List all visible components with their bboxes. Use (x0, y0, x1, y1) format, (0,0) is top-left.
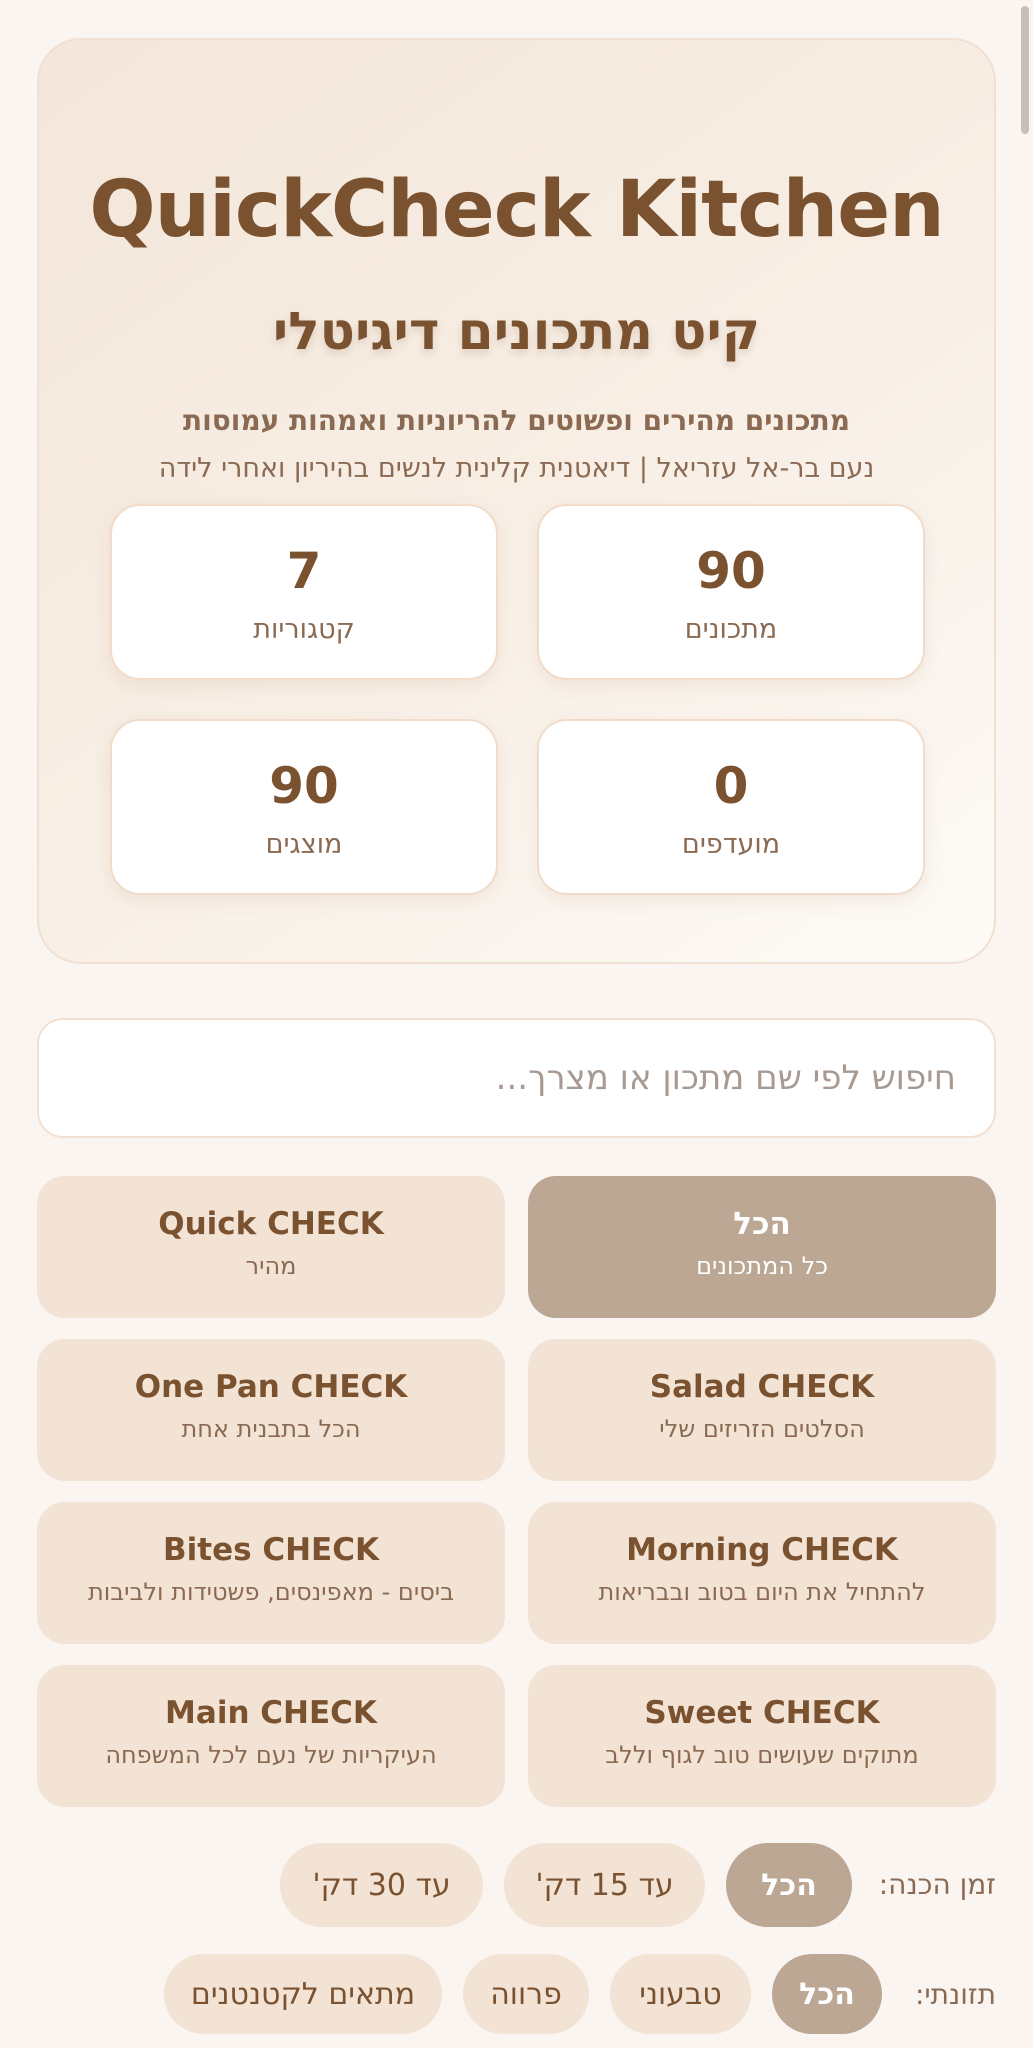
category-bites-button[interactable]: Bites CHECK ביסים - מאפינסים, פשטידות ול… (37, 1502, 505, 1644)
category-main-button[interactable]: Main CHECK העיקריות של נעם לכל המשפחה (37, 1665, 505, 1807)
nutrition-filter-label: תזונתי: (914, 1978, 996, 2011)
category-desc: להתחיל את היום בטוב ובבריאות (598, 1578, 926, 1606)
category-name: Quick CHECK (158, 1206, 384, 1242)
category-sweet-button[interactable]: Sweet CHECK מתוקים שעושים טוב לגוף וללב (528, 1665, 996, 1807)
search-box (37, 1018, 996, 1138)
stat-value: 7 (286, 542, 322, 600)
prep-time-chip-30[interactable]: עד 30 דק' (280, 1843, 483, 1927)
stat-label: מתכונים (684, 614, 778, 645)
stat-label: מועדפים (681, 829, 781, 860)
category-name: Main CHECK (165, 1695, 377, 1731)
author-credit: נעם בר-אל עזריאל | דיאטנית קלינית לנשים … (158, 453, 875, 484)
category-name: הכל (733, 1206, 791, 1242)
category-quick-button[interactable]: Quick CHECK מהיר (37, 1176, 505, 1318)
category-desc: הסלטים הזריזים שלי (659, 1415, 865, 1443)
stat-label: קטגוריות (253, 614, 355, 645)
stat-value: 90 (696, 542, 766, 600)
search-input[interactable] (39, 1020, 994, 1136)
recipe-kit-page: QuickCheck Kitchen קיט מתכונים דיגיטלי מ… (0, 0, 1033, 2048)
category-name: Salad CHECK (649, 1369, 875, 1405)
stat-card-recipes: 90 מתכונים (537, 504, 925, 680)
prep-time-chip-all[interactable]: הכל (726, 1843, 852, 1927)
category-desc: מהיר (245, 1252, 297, 1280)
category-salad-button[interactable]: Salad CHECK הסלטים הזריזים שלי (528, 1339, 996, 1481)
category-desc: הכל בתבנית אחת (181, 1415, 361, 1443)
app-title: QuickCheck Kitchen (89, 165, 944, 255)
category-one-pan-button[interactable]: One Pan CHECK הכל בתבנית אחת (37, 1339, 505, 1481)
nutrition-chip-vegan[interactable]: טבעוני (610, 1954, 751, 2034)
nutrition-chip-toddlers[interactable]: מתאים לקטנטנים (164, 1954, 442, 2034)
category-morning-button[interactable]: Morning CHECK להתחיל את היום בטוב ובבריא… (528, 1502, 996, 1644)
category-all-button[interactable]: הכל כל המתכונים (528, 1176, 996, 1318)
stat-card-categories: 7 קטגוריות (110, 504, 498, 680)
nutrition-chip-parve[interactable]: פרווה (463, 1954, 589, 2034)
category-desc: העיקריות של נעם לכל המשפחה (105, 1741, 437, 1769)
stat-label: מוצגים (265, 829, 343, 860)
stat-card-shown: 90 מוצגים (110, 719, 498, 895)
category-desc: מתוקים שעושים טוב לגוף וללב (605, 1741, 919, 1769)
stat-value: 90 (269, 757, 339, 815)
nutrition-chip-all[interactable]: הכל (772, 1954, 882, 2034)
category-name: Morning CHECK (626, 1532, 898, 1568)
category-desc: ביסים - מאפינסים, פשטידות ולביבות (87, 1578, 455, 1606)
category-name: Sweet CHECK (644, 1695, 880, 1731)
stat-value: 0 (713, 757, 749, 815)
hero-card: QuickCheck Kitchen קיט מתכונים דיגיטלי מ… (37, 38, 996, 964)
category-name: Bites CHECK (163, 1532, 379, 1568)
scrollbar-thumb[interactable] (1021, 6, 1029, 134)
prep-time-filter-label: זמן הכנה: (878, 1868, 996, 1901)
tagline: מתכונים מהירים ופשוטים להריוניות ואמהות … (182, 404, 851, 437)
category-name: One Pan CHECK (134, 1369, 408, 1405)
kit-subtitle: קיט מתכונים דיגיטלי (272, 302, 761, 362)
category-desc: כל המתכונים (696, 1252, 828, 1280)
prep-time-chip-15[interactable]: עד 15 דק' (504, 1843, 705, 1927)
stat-card-favorites: 0 מועדפים (537, 719, 925, 895)
